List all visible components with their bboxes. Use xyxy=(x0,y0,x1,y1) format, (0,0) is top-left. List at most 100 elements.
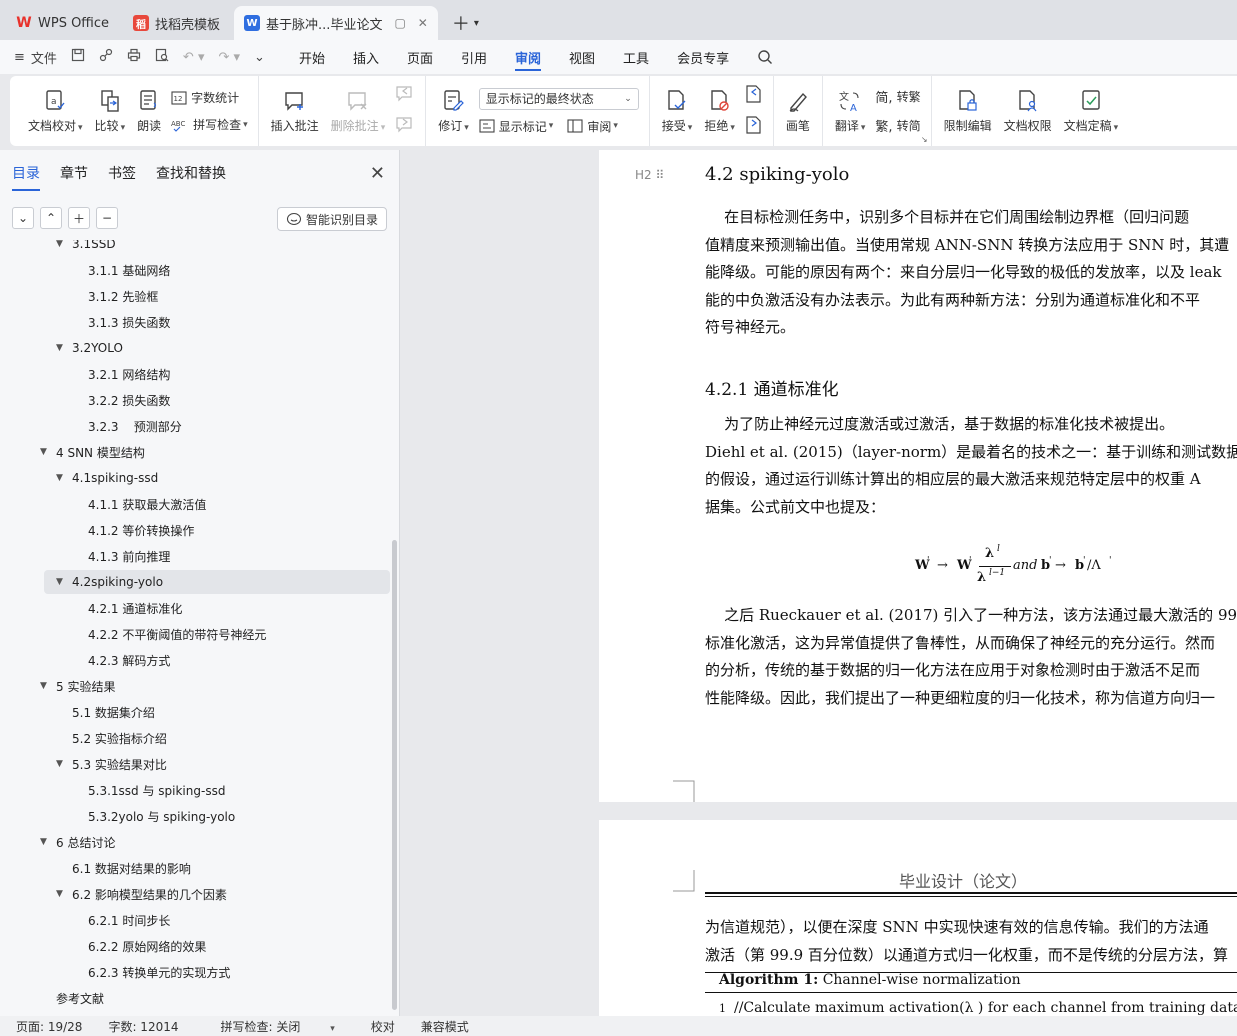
toc-item[interactable]: ▼ 6.2 影响模型结果的几个因素 xyxy=(0,882,390,906)
previous-comment-icon[interactable] xyxy=(395,85,415,106)
toc-item[interactable]: 4.1.2 等价转换操作 xyxy=(0,518,390,542)
print-icon[interactable] xyxy=(127,48,141,66)
page-indicator[interactable]: 页面: 19/28 xyxy=(16,1018,82,1035)
expand-triangle-icon[interactable]: ▼ xyxy=(40,681,56,691)
collapse-up-icon[interactable]: ⌃ xyxy=(40,207,62,229)
proofread-indicator[interactable]: 校对 xyxy=(371,1018,395,1035)
expand-down-icon[interactable]: ⌄ xyxy=(12,207,34,229)
doc-finalize-button[interactable]: 文档定稿 ▾ xyxy=(1058,81,1125,141)
to-simplified-button[interactable]: 繁, 转简 xyxy=(875,116,920,135)
save-icon[interactable] xyxy=(71,48,85,66)
toc-item[interactable]: 5.3.1ssd 与 spiking-ssd xyxy=(0,778,390,802)
expand-triangle-icon[interactable]: ▼ xyxy=(56,889,72,899)
tab-daoke-templates[interactable]: 稻 找稻壳模板 xyxy=(123,6,230,40)
spell-check-indicator[interactable]: 拼写检查: 关闭 ▾ xyxy=(205,1018,345,1035)
tab-page[interactable]: 页面 xyxy=(393,40,447,74)
expand-triangle-icon[interactable]: ▼ xyxy=(40,447,56,457)
tab-wps-office[interactable]: W WPS Office xyxy=(6,6,119,40)
nav-tab-find-replace[interactable]: 查找和替换 xyxy=(156,163,226,183)
tab-home[interactable]: 开始 xyxy=(285,40,339,74)
redo-icon[interactable]: ↷ ▾ xyxy=(218,50,240,65)
toc-item[interactable]: 4.1.3 前向推理 xyxy=(0,544,390,568)
expand-triangle-icon[interactable]: ▼ xyxy=(40,837,56,847)
add-heading-icon[interactable]: ＋ xyxy=(68,207,90,229)
group-expand-icon[interactable]: ↘ xyxy=(921,135,928,144)
tab-insert[interactable]: 插入 xyxy=(339,40,393,74)
document-page[interactable]: H2 ⠿ 4.2 spiking-yolo 在目标检测任务中，识别多个目标并在它… xyxy=(599,150,1237,802)
file-menu[interactable]: 文件 xyxy=(31,48,57,67)
toc-item[interactable]: 参考文献 xyxy=(0,986,390,1010)
nav-tab-sections[interactable]: 章节 xyxy=(60,163,88,183)
smart-toc-button[interactable]: 智能识别目录 xyxy=(276,207,387,231)
previous-change-icon[interactable] xyxy=(745,85,763,106)
toc-item[interactable]: ▼ 4 SNN 模型结构 xyxy=(0,440,390,464)
toc-item[interactable]: 6.2.2 原始网络的效果 xyxy=(0,934,390,958)
track-changes-button[interactable]: 修订 ▾ xyxy=(432,81,475,141)
tab-tools[interactable]: 工具 xyxy=(609,40,663,74)
expand-triangle-icon[interactable]: ▼ xyxy=(56,343,72,353)
toc-item[interactable]: 6.2.1 时间步长 xyxy=(0,908,390,932)
insert-comment-button[interactable]: 插入批注 xyxy=(265,81,325,141)
tab-view[interactable]: 视图 xyxy=(555,40,609,74)
tab-close-icon[interactable]: ✕ xyxy=(418,16,428,30)
tab-review[interactable]: 审阅 xyxy=(501,40,555,74)
toc-item[interactable]: 4.2.2 不平衡阈值的带符号神经元 xyxy=(0,622,390,646)
tab-window-icon[interactable]: ▢ xyxy=(394,16,405,30)
toc-item[interactable]: 3.1.1 基础网络 xyxy=(0,258,390,282)
toc-item[interactable]: 4.1.1 获取最大激活值 xyxy=(0,492,390,516)
share-icon[interactable] xyxy=(99,48,113,66)
toc-item[interactable]: ▼ 5 实验结果 xyxy=(0,674,390,698)
toc-item[interactable]: ▼ 4.1spiking-ssd xyxy=(0,466,390,490)
spell-check-button[interactable]: ABC 拼写检查 ▾ xyxy=(171,116,248,133)
toc-item[interactable]: 6.2.3 转换单元的实现方式 xyxy=(0,960,390,984)
word-count-indicator[interactable]: 字数: 12014 xyxy=(108,1018,178,1035)
expand-triangle-icon[interactable]: ▼ xyxy=(56,577,72,587)
toc-item[interactable]: 4.2.1 通道标准化 xyxy=(0,596,390,620)
expand-triangle-icon[interactable]: ▼ xyxy=(56,759,72,769)
toc-item[interactable]: 3.2.1 网络结构 xyxy=(0,362,390,386)
reject-button[interactable]: 拒绝 ▾ xyxy=(698,81,741,141)
toc-item[interactable]: 3.1.3 损失函数 xyxy=(0,310,390,334)
expand-triangle-icon[interactable]: ▼ xyxy=(56,473,72,483)
remove-heading-icon[interactable]: − xyxy=(96,207,118,229)
markup-state-select[interactable]: 显示标记的最终状态 ⌄ xyxy=(478,87,639,110)
expand-triangle-icon[interactable]: ▼ xyxy=(56,240,72,249)
toc-item[interactable]: ▼ 3.2YOLO xyxy=(0,336,390,360)
document-page[interactable]: 毕业设计（论文） 为信道规范），以便在深度 SNN 中实现快速有效的信息传输。我… xyxy=(599,820,1237,1016)
nav-pane-scrollbar[interactable] xyxy=(392,540,397,1010)
document-canvas[interactable]: H2 ⠿ 4.2 spiking-yolo 在目标检测任务中，识别多个目标并在它… xyxy=(401,150,1237,1016)
toc-item[interactable]: 5.2 实验指标介绍 xyxy=(0,726,390,750)
hamburger-menu-icon[interactable]: ≡ xyxy=(14,50,25,65)
search-icon[interactable] xyxy=(743,40,787,74)
show-markup-button[interactable]: 显示标记 ▾ xyxy=(479,118,553,135)
toc-item[interactable]: ▼ 4.2spiking-yolo xyxy=(44,570,390,594)
heading-level-marker[interactable]: H2 ⠿ xyxy=(635,168,664,182)
close-icon[interactable]: ✕ xyxy=(370,163,385,184)
toc-item[interactable]: 5.1 数据集介绍 xyxy=(0,700,390,724)
review-pane-button[interactable]: 审阅 ▾ xyxy=(567,118,618,135)
toc-item[interactable]: 3.2.2 损失函数 xyxy=(0,388,390,412)
accept-button[interactable]: 接受 ▾ xyxy=(656,81,699,141)
tab-membership[interactable]: 会员专享 xyxy=(663,40,743,74)
read-aloud-button[interactable]: 朗读 xyxy=(131,81,167,141)
delete-comment-button[interactable]: 删除批注 ▾ xyxy=(325,81,392,141)
restrict-edit-button[interactable]: 限制编辑 xyxy=(938,81,998,141)
toc-item[interactable]: 5.3.2yolo 与 spiking-yolo xyxy=(0,804,390,828)
toc-item[interactable]: ▼ 6 总结讨论 xyxy=(0,830,390,854)
toc-item[interactable]: 3.2.3 预测部分 xyxy=(0,414,390,438)
tab-references[interactable]: 引用 xyxy=(447,40,501,74)
translate-button[interactable]: 文A 翻译 ▾ xyxy=(829,81,872,141)
print-preview-icon[interactable] xyxy=(155,48,169,66)
nav-tab-bookmarks[interactable]: 书签 xyxy=(108,163,136,183)
doc-check-button[interactable]: a 文档校对 ▾ xyxy=(22,81,89,141)
undo-icon[interactable]: ↶ ▾ xyxy=(183,50,205,65)
new-tab-button[interactable]: ＋ ▾ xyxy=(442,6,489,40)
word-count-button[interactable]: 12 字数统计 xyxy=(171,89,248,106)
more-chevron-icon[interactable]: ⌄ xyxy=(254,50,265,65)
pen-button[interactable]: 画笔 xyxy=(780,81,816,141)
to-traditional-button[interactable]: 简, 转繁 xyxy=(875,87,920,106)
next-change-icon[interactable] xyxy=(745,116,763,137)
nav-tab-toc[interactable]: 目录 xyxy=(12,163,40,191)
next-comment-icon[interactable] xyxy=(395,116,415,137)
toc-item[interactable]: 6.1 数据对结果的影响 xyxy=(0,856,390,880)
